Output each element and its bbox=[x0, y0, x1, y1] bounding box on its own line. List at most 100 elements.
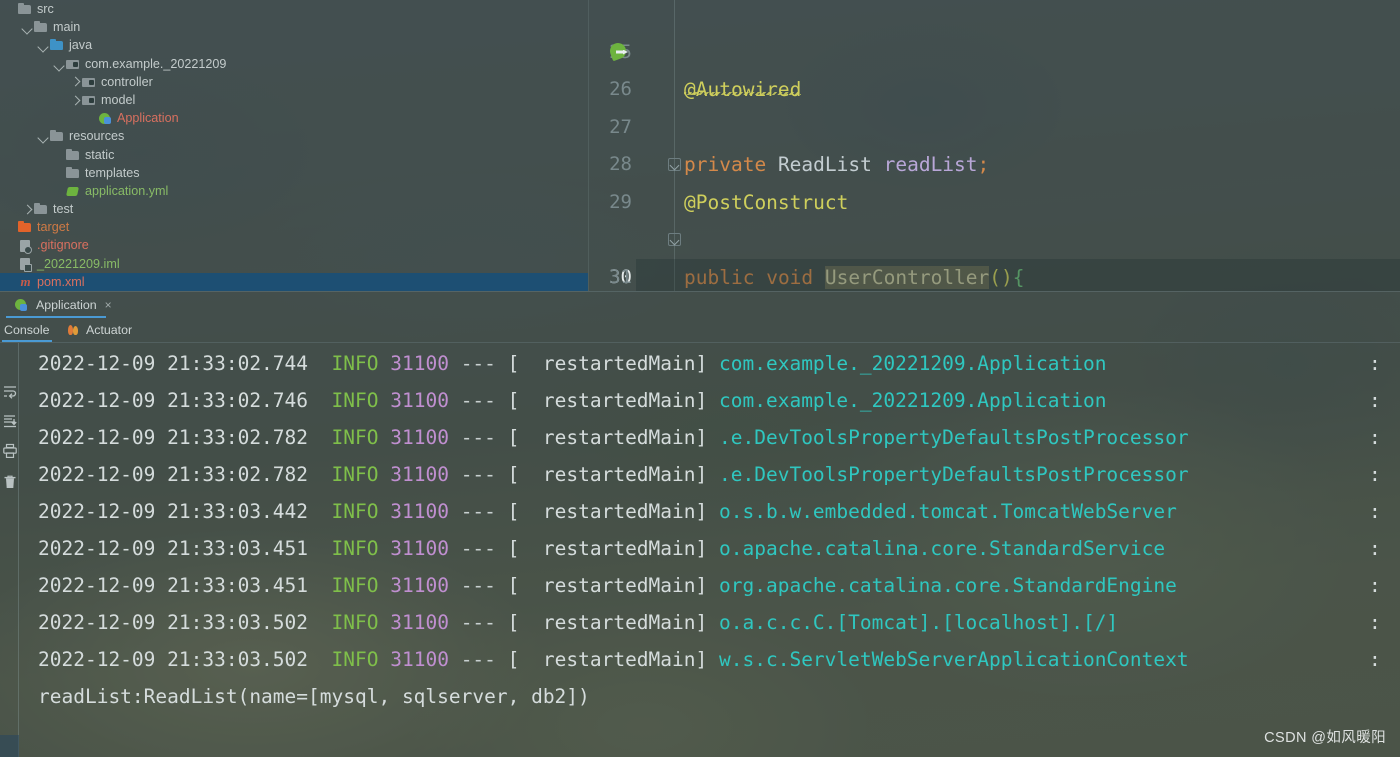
tree-item-label: src bbox=[37, 2, 54, 16]
console-log-line[interactable]: 2022-12-09 21:33:03.451 INFO 31100 --- [… bbox=[38, 530, 1381, 567]
tree-item-model[interactable]: model bbox=[0, 91, 588, 109]
spring-run-gutter-icon[interactable] bbox=[607, 40, 629, 62]
code-line-28[interactable]: 28 @PostConstruct bbox=[588, 109, 1400, 214]
log-separator: --- bbox=[460, 389, 496, 412]
chevron-down-icon[interactable] bbox=[54, 58, 66, 70]
tree-item-pom-xml[interactable]: m pom.xml bbox=[0, 272, 588, 291]
tree-item-resources[interactable]: resources bbox=[0, 127, 588, 145]
chevron-down-icon[interactable] bbox=[22, 21, 34, 33]
tree-item-static[interactable]: static bbox=[0, 146, 588, 164]
tree-item-application[interactable]: Application bbox=[0, 109, 588, 127]
iml-file-icon bbox=[18, 257, 33, 272]
log-pid: 31100 bbox=[390, 611, 449, 634]
log-thread-name: [ restartedMain] bbox=[507, 500, 708, 523]
clear-all-icon[interactable] bbox=[2, 474, 18, 490]
chevron-down-icon[interactable] bbox=[38, 130, 50, 142]
sub-tab-console[interactable]: Console bbox=[4, 319, 49, 341]
log-message-colon: : bbox=[1369, 463, 1381, 486]
tree-item-test[interactable]: test bbox=[0, 200, 588, 218]
print-icon[interactable] bbox=[2, 443, 18, 459]
code-line-29[interactable]: 29 public void UserController(){ bbox=[588, 146, 1400, 289]
rail-bottom-highlight bbox=[0, 735, 19, 757]
code-fold-marker[interactable] bbox=[668, 158, 681, 171]
tree-item-main[interactable]: main bbox=[0, 18, 588, 36]
tree-item-target[interactable]: target bbox=[0, 218, 588, 236]
tree-item-application-yml[interactable]: application.yml bbox=[0, 182, 588, 200]
console-log-line[interactable]: 2022-12-09 21:33:02.782 INFO 31100 --- [… bbox=[38, 419, 1381, 456]
log-thread-name: [ restartedMain] bbox=[507, 389, 708, 412]
code-line-30[interactable]: 30 System.out.println("readList:"+readLi… bbox=[588, 184, 1400, 291]
chevron-right-icon[interactable] bbox=[70, 76, 82, 88]
sub-tab-actuator[interactable]: Actuator bbox=[66, 319, 132, 341]
log-thread-name: [ restartedMain] bbox=[507, 463, 708, 486]
tree-item-controller[interactable]: controller bbox=[0, 73, 588, 91]
code-line-31[interactable]: 31 } bbox=[588, 221, 1400, 288]
log-message-colon: : bbox=[1369, 352, 1381, 375]
console-output-text: readList:ReadList(name=[mysql, sqlserver… bbox=[38, 685, 590, 708]
gitignore-file-icon bbox=[18, 239, 33, 254]
tree-item-java[interactable]: java bbox=[0, 36, 588, 54]
code-fold-marker[interactable] bbox=[668, 233, 681, 246]
log-level: INFO bbox=[331, 611, 379, 634]
tree-item-label: com.example._20221209 bbox=[85, 56, 227, 71]
log-pid: 31100 bbox=[390, 537, 449, 560]
log-pid: 31100 bbox=[390, 648, 449, 671]
code-line-26[interactable]: 26 private ReadList readList; bbox=[588, 34, 1400, 176]
chevron-right-icon[interactable] bbox=[70, 94, 82, 106]
log-separator: --- bbox=[460, 426, 496, 449]
log-timestamp: 2022-12-09 21:33:02.746 bbox=[38, 389, 309, 412]
run-sub-tabs[interactable]: Console Actuator bbox=[0, 319, 1400, 342]
chevron-right-icon[interactable] bbox=[22, 203, 34, 215]
project-tree-panel[interactable]: src main java com.example._20221209 controll… bbox=[0, 0, 588, 291]
log-pid: 31100 bbox=[390, 574, 449, 597]
code-editor[interactable]: 25 @Autowired 26 private ReadList readLi… bbox=[588, 0, 1400, 291]
log-level: INFO bbox=[331, 463, 379, 486]
run-tool-window[interactable]: Application × Console Actuator 2022-12-0… bbox=[0, 291, 1400, 757]
run-tab-label: Application bbox=[36, 297, 97, 312]
code-line-25[interactable]: 25 @Autowired bbox=[588, 0, 1400, 102]
tree-item-src[interactable]: src bbox=[0, 0, 588, 18]
folder-icon bbox=[34, 202, 49, 216]
console-program-output-line[interactable]: readList:ReadList(name=[mysql, sqlserver… bbox=[38, 678, 590, 715]
project-tree[interactable]: src main java com.example._20221209 controll… bbox=[0, 0, 588, 291]
log-logger-name: o.apache.catalina.core.StandardService bbox=[719, 537, 1166, 560]
log-separator: --- bbox=[460, 463, 496, 486]
tree-item--gitignore[interactable]: .gitignore bbox=[0, 236, 588, 254]
tree-item-templates[interactable]: templates bbox=[0, 164, 588, 182]
code-line-27[interactable]: 27 bbox=[588, 71, 1400, 138]
chevron-down-icon[interactable] bbox=[38, 39, 50, 51]
console-log-line[interactable]: 2022-12-09 21:33:03.442 INFO 31100 --- [… bbox=[38, 493, 1381, 530]
tree-item-label: static bbox=[85, 147, 115, 162]
console-log-line[interactable]: 2022-12-09 21:33:02.746 INFO 31100 --- [… bbox=[38, 382, 1381, 419]
log-message-colon: : bbox=[1369, 500, 1381, 523]
log-thread-name: [ restartedMain] bbox=[507, 648, 708, 671]
folder-icon bbox=[66, 166, 81, 180]
tree-item--20221209-iml[interactable]: _20221209.iml bbox=[0, 255, 588, 273]
console-toolbar-rail[interactable] bbox=[0, 343, 19, 757]
log-logger-name: o.s.b.w.embedded.tomcat.TomcatWebServer bbox=[719, 500, 1177, 523]
run-tab-application[interactable]: Application × bbox=[8, 292, 118, 317]
log-timestamp: 2022-12-09 21:33:03.451 bbox=[38, 574, 309, 597]
console-log-line[interactable]: 2022-12-09 21:33:03.502 INFO 31100 --- [… bbox=[38, 641, 1381, 678]
scroll-to-end-icon[interactable] bbox=[2, 413, 18, 429]
log-logger-name: .e.DevToolsPropertyDefaultsPostProcessor bbox=[719, 426, 1189, 449]
console-log-line[interactable]: 2022-12-09 21:33:02.782 INFO 31100 --- [… bbox=[38, 456, 1381, 493]
folder-icon bbox=[34, 20, 49, 34]
log-timestamp: 2022-12-09 21:33:02.782 bbox=[38, 426, 309, 449]
console-output[interactable]: 2022-12-09 21:33:02.744 INFO 31100 --- [… bbox=[20, 343, 1400, 757]
console-log-line[interactable]: 2022-12-09 21:33:02.744 INFO 31100 --- [… bbox=[38, 345, 1381, 382]
log-level: INFO bbox=[331, 648, 379, 671]
close-icon[interactable]: × bbox=[105, 298, 112, 312]
tree-item-com-example-20221209[interactable]: com.example._20221209 bbox=[0, 55, 588, 73]
code-line-32[interactable]: 32 } bbox=[588, 259, 1400, 292]
run-configuration-tabs[interactable]: Application × bbox=[0, 292, 1400, 318]
resources-folder-icon bbox=[50, 129, 65, 143]
console-log-line[interactable]: 2022-12-09 21:33:03.502 INFO 31100 --- [… bbox=[38, 604, 1381, 641]
console-log-line[interactable]: 2022-12-09 21:33:03.451 INFO 31100 --- [… bbox=[38, 567, 1381, 604]
soft-wrap-icon[interactable] bbox=[2, 383, 18, 399]
log-message-colon: : bbox=[1369, 574, 1381, 597]
package-icon bbox=[66, 57, 81, 71]
